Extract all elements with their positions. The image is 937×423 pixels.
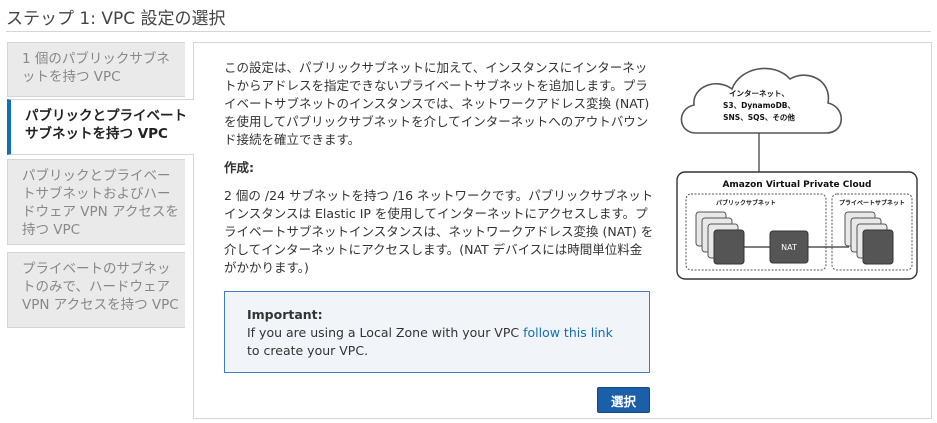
select-button[interactable]: 選択 <box>597 387 650 413</box>
cloud-label-line3: SNS、SQS、その他 <box>723 112 795 122</box>
tab-single-public-subnet[interactable]: 1 個のパブリックサブネットを持つ VPC <box>7 42 185 97</box>
private-subnet-label: プライベートサブネット <box>839 199 905 207</box>
create-heading: 作成: <box>224 160 254 175</box>
tab-private-only-vpn[interactable]: プライベートのサブネットのみで、ハードウェア VPN アクセスを持つ VPC <box>7 252 185 328</box>
vpc-label: Amazon Virtual Private Cloud <box>722 180 871 190</box>
create-description: 2 個の /24 サブネットを持つ /16 ネットワークです。パブリックサブネッ… <box>224 188 654 275</box>
local-zone-link[interactable]: follow this link <box>523 325 613 340</box>
tab-public-private-subnets[interactable]: パブリックとプライベート サブネットを持つ VPC <box>7 99 194 155</box>
tab-public-private-vpn[interactable]: パブリックとプライベートサブネットおよびハードウェア VPN アクセスを持つ V… <box>7 159 185 245</box>
config-panel: この設定は、パブリックサブネットに加えて、インスタンスにインターネットからアドレ… <box>193 42 932 419</box>
title-divider <box>6 31 931 32</box>
page-title: ステップ 1: VPC 設定の選択 <box>6 9 226 29</box>
cloud-label-line2: S3、DynamoDB、 <box>723 101 795 110</box>
notice-text: If you are using a Local Zone with your … <box>247 324 629 360</box>
cloud-label-line1: インターネット、 <box>729 88 789 98</box>
nat-label: NAT <box>781 243 797 252</box>
important-notice: Important: If you are using a Local Zone… <box>224 291 650 373</box>
description-column: この設定は、パブリックサブネットに加えて、インスタンスにインターネットからアドレ… <box>224 59 654 277</box>
notice-heading: Important: <box>247 307 323 322</box>
description-text: この設定は、パブリックサブネットに加えて、インスタンスにインターネットからアドレ… <box>224 60 650 147</box>
notice-text-before: If you are using a Local Zone with your … <box>247 325 524 340</box>
vpc-architecture-diagram: インターネット、 S3、DynamoDB、 SNS、SQS、その他 Amazon… <box>676 67 918 280</box>
internet-cloud-icon: インターネット、 S3、DynamoDB、 SNS、SQS、その他 <box>680 67 842 134</box>
notice-text-after: to create your VPC. <box>247 343 369 358</box>
public-subnet-label: パブリックサブネット <box>716 199 776 207</box>
